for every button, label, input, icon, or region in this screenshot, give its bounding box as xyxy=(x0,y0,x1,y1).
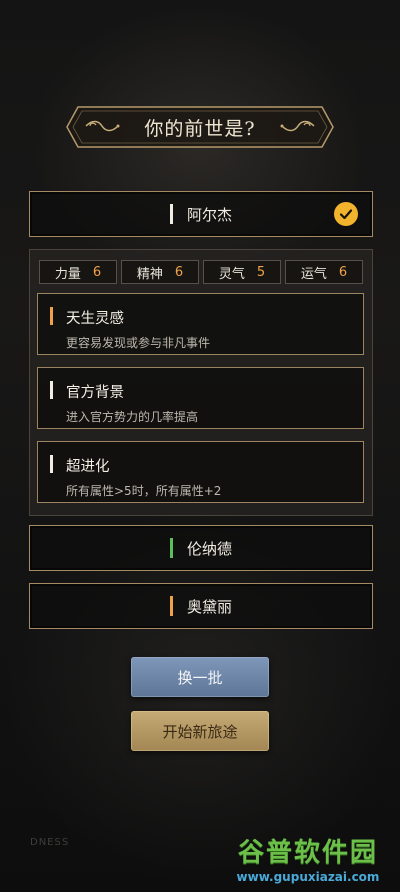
life-color-bar xyxy=(169,538,173,558)
stat-strength: 力量 6 xyxy=(39,260,117,284)
talent-description: 进入官方势力的几率提高 xyxy=(66,410,199,424)
start-journey-button[interactable]: 开始新旅途 xyxy=(131,711,269,751)
talent-color-bar xyxy=(50,455,53,473)
watermark-title: 谷普软件园 xyxy=(237,838,378,868)
talent-description: 所有属性>5时，所有属性+2 xyxy=(66,484,222,498)
watermark-url: www.gupuxiazai.com xyxy=(236,870,380,884)
life-card[interactable]: 奥黛丽 xyxy=(29,583,373,629)
stats-row: 力量 6 精神 6 灵气 5 运气 6 xyxy=(39,260,363,284)
stat-aura: 灵气 5 xyxy=(203,260,281,284)
life-name: 奥黛丽 xyxy=(186,597,232,616)
life-name: 阿尔杰 xyxy=(186,205,232,224)
life-card-selected[interactable]: 阿尔杰 xyxy=(29,191,373,237)
life-name: 伦纳德 xyxy=(186,539,232,558)
life-color-bar xyxy=(169,596,173,616)
watermark-logo: 谷普软件园 www.gupuxiazai.com xyxy=(222,832,394,888)
page-title: 你的前世是? xyxy=(144,117,256,140)
talent-description: 更容易发现或参与非凡事件 xyxy=(66,336,211,350)
talent-card: 超进化 所有属性>5时，所有属性+2 xyxy=(37,441,364,503)
talent-name: 官方背景 xyxy=(66,385,124,401)
check-icon xyxy=(334,202,358,226)
talent-name: 天生灵感 xyxy=(66,311,124,327)
talent-card: 天生灵感 更容易发现或参与非凡事件 xyxy=(37,293,364,355)
life-card[interactable]: 伦纳德 xyxy=(29,525,373,571)
talent-card: 官方背景 进入官方势力的几率提高 xyxy=(37,367,364,429)
life-color-bar xyxy=(169,204,173,224)
talent-color-bar xyxy=(50,307,53,325)
stat-spirit: 精神 6 xyxy=(121,260,199,284)
right-ornament-icon xyxy=(280,120,315,132)
talent-name: 超进化 xyxy=(66,459,110,475)
stat-luck: 运气 6 xyxy=(285,260,363,284)
reroll-button[interactable]: 换一批 xyxy=(131,657,269,697)
talent-color-bar xyxy=(50,381,53,399)
background-text: DNESS xyxy=(30,837,70,848)
